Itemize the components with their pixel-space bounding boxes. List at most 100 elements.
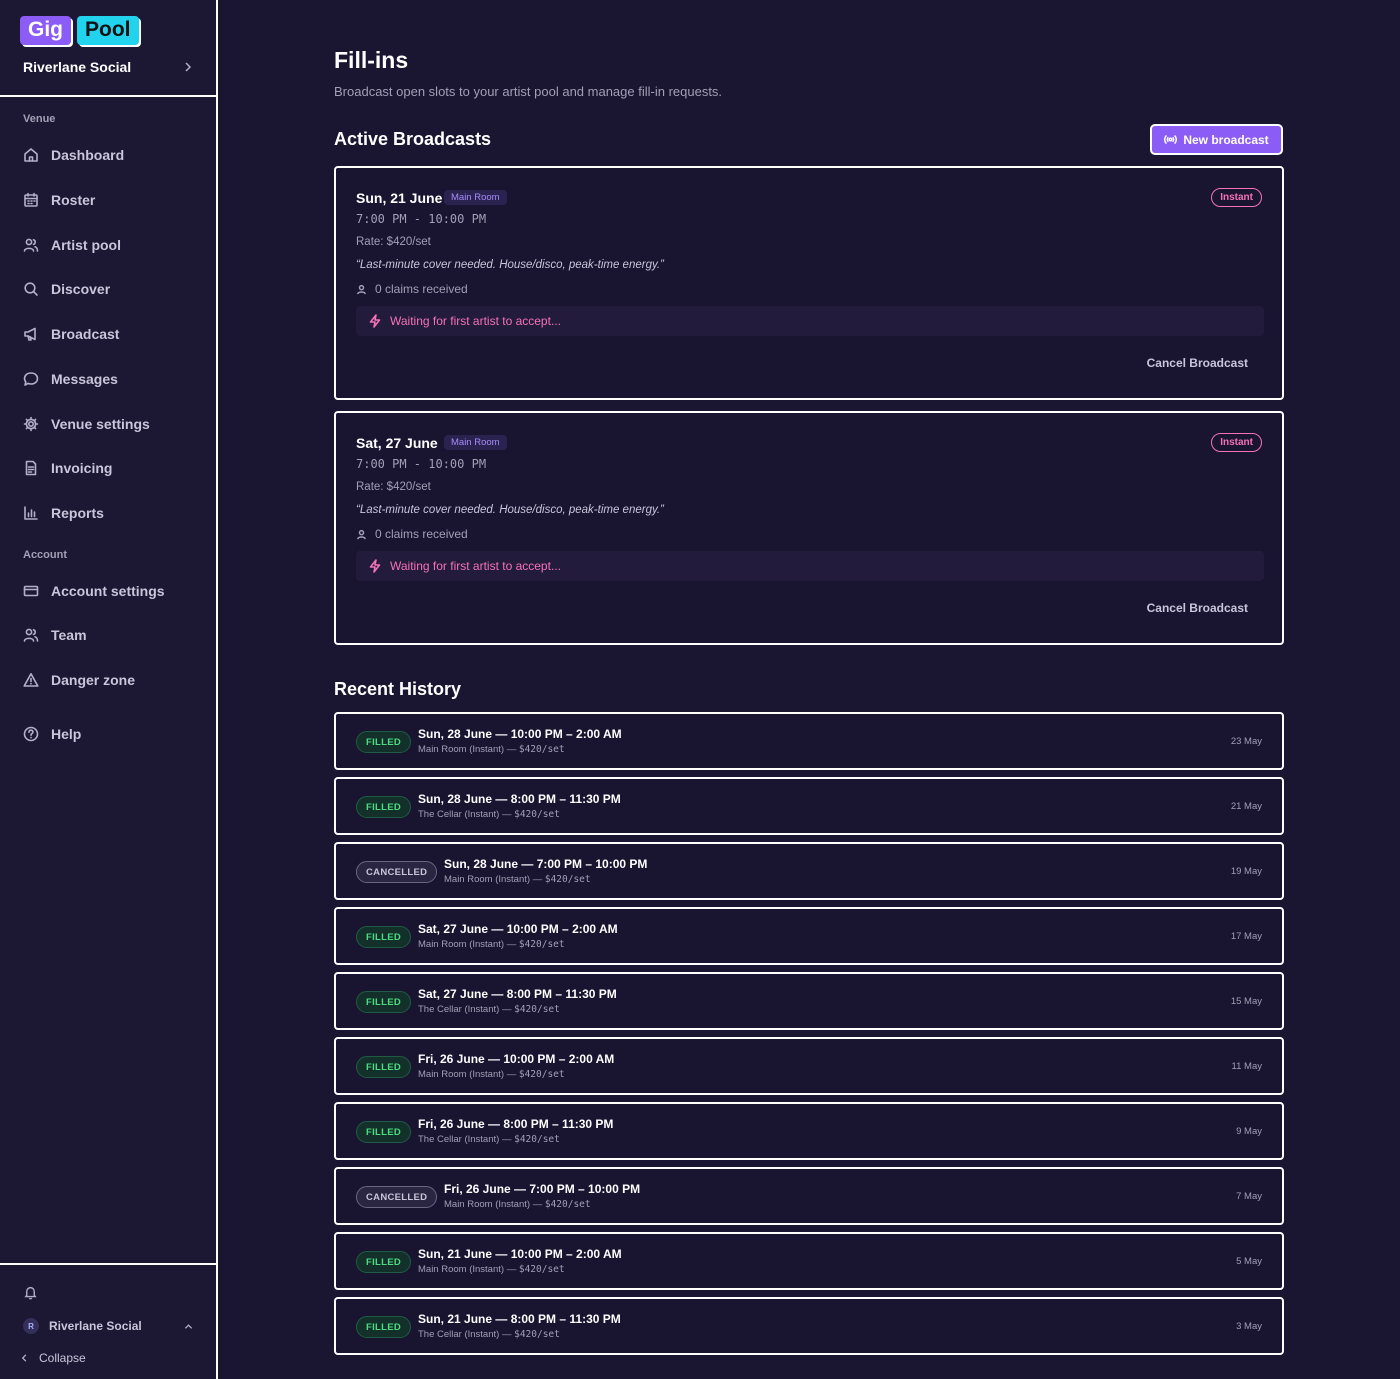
history-row[interactable]: CANCELLED Sun, 28 June — 7:00 PM – 10:00 … [334,842,1284,900]
gear-icon [23,416,39,432]
history-row[interactable]: FILLED Sat, 27 June — 8:00 PM – 11:30 PM T… [334,972,1284,1030]
sidebar-item-venue-settings[interactable]: Venue settings [23,412,203,436]
sidebar-item-label: Invoicing [51,460,113,476]
collapse-button[interactable]: Collapse [20,1351,86,1365]
search-icon [24,282,38,296]
sidebar-item-label: Messages [51,371,118,387]
history-room: The Cellar (Instant) — [418,1329,515,1340]
sidebar-item-help[interactable]: Help [23,722,203,746]
sidebar-item-messages[interactable]: Messages [23,367,203,391]
history-row[interactable]: FILLED Sun, 21 June — 8:00 PM – 11:30 PM T… [334,1297,1284,1355]
bell-icon [24,1286,37,1300]
sidebar-item-artist-pool[interactable]: Artist pool [23,233,203,257]
broadcast-date: Sun, 21 June [356,190,443,206]
sidebar-item-roster[interactable]: Roster [23,188,203,212]
sidebar-item-danger-zone[interactable]: Danger zone [23,668,203,692]
logo-pool: Pool [77,16,139,45]
history-rate: $420/set [518,939,565,950]
history-title: Sun, 21 June — 8:00 PM – 11:30 PM [418,1312,621,1326]
status-badge: CANCELLED [356,1186,438,1208]
history-subtitle: Main Room (Instant) — $420/set [444,874,591,885]
history-subtitle: Main Room (Instant) — $420/set [418,1069,565,1080]
cancel-broadcast-button[interactable]: Cancel Broadcast [1147,356,1248,370]
broadcast-note: “Last-minute cover needed. House/disco, … [356,259,664,271]
history-title: Sat, 27 June — 10:00 PM – 2:00 AM [418,922,618,936]
sidebar-item-label: Discover [51,281,111,297]
history-rate: $420/set [544,874,591,885]
history-date: 9 May [1236,1126,1262,1137]
user-menu[interactable]: R Riverlane Social [23,1318,193,1334]
sidebar-item-dashboard[interactable]: Dashboard [23,143,203,167]
claims-label: 0 claims received [375,527,468,541]
waiting-status: Waiting for first artist to accept... [356,551,1264,581]
history-date: 7 May [1236,1191,1262,1202]
sidebar-item-team[interactable]: Team [23,623,203,647]
history-row[interactable]: FILLED Fri, 26 June — 8:00 PM – 11:30 PM T… [334,1102,1284,1160]
venue-switcher[interactable]: Riverlane Social [23,57,193,77]
history-subtitle: Main Room (Instant) — $420/set [418,744,565,755]
history-rate: $420/set [514,809,560,820]
status-badge: FILLED [356,1121,412,1143]
user-icon [357,529,366,539]
sidebar-item-account-settings[interactable]: Account settings [23,579,203,603]
broadcast-time: 7:00 PM - 10:00 PM [356,457,487,471]
team-icon [23,628,39,642]
history-room: The Cellar (Instant) — [418,809,515,820]
history-row[interactable]: FILLED Sun, 21 June — 10:00 PM – 2:00 AM M… [334,1232,1284,1290]
chevron-right-icon [185,62,192,72]
broadcast-card: Sun, 21 June Main Room Instant 7:00 PM -… [334,166,1284,400]
history-subtitle: Main Room (Instant) — $420/set [444,1199,591,1210]
sidebar-item-reports[interactable]: Reports [23,501,203,525]
help-icon [23,726,39,742]
sidebar-divider [0,95,216,97]
sidebar-item-label: Artist pool [51,237,121,253]
logo[interactable]: Gig Pool [20,16,139,45]
chevron-up-icon [184,1323,193,1329]
history-rate: $420/set [518,744,565,755]
history-row[interactable]: FILLED Sun, 28 June — 10:00 PM – 2:00 AM M… [334,712,1284,770]
history-subtitle: Main Room (Instant) — $420/set [418,939,565,950]
history-subtitle: The Cellar (Instant) — $420/set [418,1004,560,1015]
history-subtitle: The Cellar (Instant) — $420/set [418,1134,560,1145]
history-title: Sun, 28 June — 7:00 PM – 10:00 PM [444,857,648,871]
history-subtitle: The Cellar (Instant) — $420/set [418,1329,560,1340]
sidebar-item-discover[interactable]: Discover [23,277,203,301]
lightning-icon [369,314,381,328]
new-broadcast-button[interactable]: New broadcast [1150,124,1283,155]
status-badge: FILLED [356,991,412,1013]
card-icon [23,585,39,597]
message-icon [23,372,39,386]
broadcast-rate: Rate: $420/set [356,236,431,248]
sidebar-item-broadcast[interactable]: Broadcast [23,322,203,346]
notifications-button[interactable] [23,1285,38,1300]
user-icon [357,284,366,294]
sidebar-item-label: Account settings [51,583,165,599]
history-rate: $420/set [518,1069,565,1080]
sidebar-divider [0,1263,216,1265]
sidebar-item-invoicing[interactable]: Invoicing [23,456,203,480]
history-room: The Cellar (Instant) — [418,1134,515,1145]
history-rate: $420/set [514,1134,560,1145]
history-date: 21 May [1230,801,1262,812]
chart-icon [24,506,38,520]
status-badge: FILLED [356,731,412,753]
history-subtitle: The Cellar (Instant) — $420/set [418,809,560,820]
new-broadcast-label: New broadcast [1183,132,1269,147]
broadcast-note: “Last-minute cover needed. House/disco, … [356,504,664,516]
broadcast-time: 7:00 PM - 10:00 PM [356,212,487,226]
document-icon [25,460,37,476]
sidebar: Gig Pool Riverlane Social Venue Dashboar… [0,0,218,1379]
history-title: Sun, 28 June — 8:00 PM – 11:30 PM [418,792,621,806]
history-row[interactable]: FILLED Sat, 27 June — 10:00 PM – 2:00 AM M… [334,907,1284,965]
history-row[interactable]: CANCELLED Fri, 26 June — 7:00 PM – 10:00 … [334,1167,1284,1225]
history-row[interactable]: FILLED Sun, 28 June — 8:00 PM – 11:30 PM T… [334,777,1284,835]
history-row[interactable]: FILLED Fri, 26 June — 10:00 PM – 2:00 AM M… [334,1037,1284,1095]
history-rate: $420/set [544,1199,591,1210]
cancel-broadcast-button[interactable]: Cancel Broadcast [1147,601,1248,615]
history-title: Fri, 26 June — 7:00 PM – 10:00 PM [444,1182,641,1196]
megaphone-icon [24,327,36,341]
history-date: 3 May [1236,1321,1262,1332]
logo-gig: Gig [20,16,71,45]
status-badge: CANCELLED [356,861,438,883]
history-date: 17 May [1230,931,1262,942]
